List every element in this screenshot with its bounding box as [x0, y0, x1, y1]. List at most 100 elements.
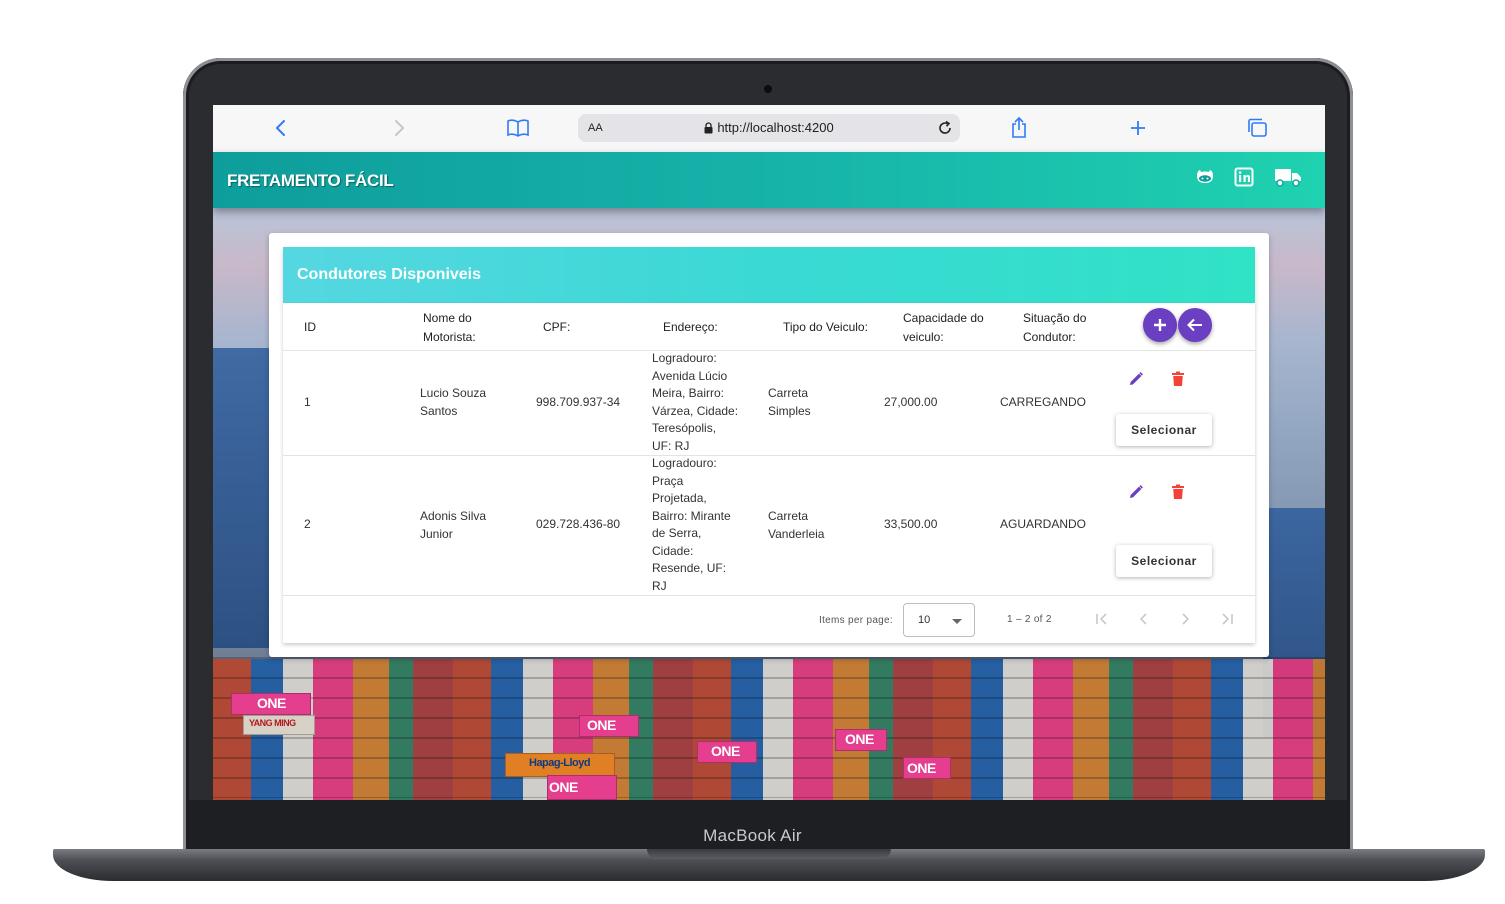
- items-per-page-label: Items per page:: [819, 615, 893, 626]
- chevron-left-icon: [275, 120, 285, 136]
- row1-tipo-line2: Simples: [768, 403, 811, 418]
- bookmarks-button[interactable]: [503, 114, 533, 142]
- page-size-value: 10: [918, 614, 931, 626]
- row1-endereco-line3: Meira, Bairro:: [652, 386, 725, 400]
- row2-endereco-line8: RJ: [652, 578, 667, 593]
- container-logo-8: ONE: [907, 760, 936, 776]
- row2-tipo-line2: Vanderleia: [768, 526, 825, 541]
- row2-endereco-line6: Cidade:: [652, 543, 694, 558]
- row2-id: 2: [304, 517, 311, 531]
- row1-edit-button[interactable]: [1124, 367, 1148, 391]
- row1-nome-line1: Lucio Souza: [420, 386, 487, 400]
- trash-icon: [1172, 484, 1184, 499]
- row2-nome: Adonis Silva Junior: [420, 508, 486, 543]
- row1-endereco-line4: Várzea, Cidade:: [652, 403, 739, 418]
- page-size-select[interactable]: 10: [903, 603, 975, 637]
- row1-endereco-line6: UF: RJ: [652, 438, 690, 453]
- forward-button[interactable]: [384, 114, 414, 142]
- column-header-nome-line1: Nome do: [423, 311, 472, 325]
- row2-endereco-line2: Praça: [652, 473, 684, 488]
- address-bar[interactable]: AA http://localhost:4200: [578, 114, 960, 142]
- row2-select-button[interactable]: Selecionar: [1116, 545, 1212, 577]
- row1-nome-line2: Santos: [420, 403, 458, 418]
- row2-endereco-line1: Logradouro:: [652, 456, 717, 470]
- laptop-brand-label: MacBook Air: [703, 826, 802, 845]
- laptop-hinge-notch: [647, 849, 891, 859]
- container-logo-2: YANG MING: [249, 718, 296, 728]
- arrow-left-icon: [1187, 318, 1202, 332]
- next-page-button[interactable]: [1174, 608, 1196, 630]
- column-header-capacidade-line2: veiculo:: [903, 330, 944, 344]
- pencil-icon: [1130, 372, 1143, 385]
- plus-icon: [1131, 121, 1145, 135]
- row2-edit-button[interactable]: [1124, 480, 1148, 504]
- row2-endereco-line7: Resende, UF:: [652, 561, 727, 575]
- container-logo-1: ONE: [257, 695, 286, 711]
- row1-endereco-line1: Logradouro:: [652, 351, 717, 365]
- first-page-button[interactable]: [1091, 608, 1113, 630]
- row2-tipo: Carreta Vanderleia: [768, 508, 824, 543]
- share-icon: [1012, 117, 1026, 138]
- drivers-card: Condutores Disponiveis ID Nome do Motori…: [269, 233, 1269, 657]
- drivers-table: ID Nome do Motorista: CPF: Endereço: Tip…: [283, 303, 1255, 643]
- camera: [764, 85, 772, 93]
- new-tab-button[interactable]: [1123, 114, 1153, 142]
- row2-endereco-line4: Bairro: Mirante: [652, 508, 731, 523]
- container-logo-3: Hapag-Lloyd: [529, 757, 591, 769]
- tabs-icon: [1248, 118, 1267, 137]
- row2-situacao: AGUARDANDO: [1000, 517, 1087, 531]
- add-driver-button[interactable]: [1143, 308, 1177, 342]
- screen: AA http://localhost:4200 FRETAMENTO FÁCI…: [213, 105, 1325, 800]
- first-page-icon: [1096, 613, 1107, 625]
- row2-nome-line2: Junior: [420, 526, 453, 541]
- column-header-id: ID: [304, 320, 316, 334]
- row1-select-button[interactable]: Selecionar: [1116, 414, 1212, 446]
- row2-tipo-line1: Carreta: [768, 509, 809, 523]
- row2-endereco-line5: de Serra,: [652, 526, 702, 540]
- column-header-capacidade: Capacidade do veiculo:: [903, 309, 984, 347]
- browser-toolbar: AA http://localhost:4200: [213, 105, 1325, 153]
- row1-tipo-line1: Carreta: [768, 386, 809, 400]
- container-logo-4: ONE: [549, 779, 578, 795]
- plus-icon: [1154, 319, 1166, 331]
- tabs-button[interactable]: [1242, 114, 1272, 142]
- row1-delete-button[interactable]: [1166, 367, 1190, 391]
- row2-nome-line1: Adonis Silva: [420, 509, 487, 523]
- caret-down-icon: [952, 619, 962, 624]
- previous-page-button[interactable]: [1133, 608, 1155, 630]
- container-logo-7: ONE: [845, 731, 874, 747]
- row1-cpf: 998.709.937-34: [536, 395, 621, 409]
- lock-icon: [704, 122, 713, 134]
- column-header-situacao-line1: Situação do: [1023, 311, 1087, 325]
- row1-situacao: CARREGANDO: [1000, 395, 1087, 409]
- linkedin-icon: [1234, 167, 1254, 187]
- app-header: FRETAMENTO FÁCIL: [213, 152, 1325, 208]
- row1-capacidade: 27,000.00: [884, 395, 938, 409]
- github-icon: [1197, 170, 1213, 183]
- row2-endereco-line3: Projetada,: [652, 491, 707, 505]
- column-header-cpf: CPF:: [543, 320, 571, 334]
- row1-endereco: Logradouro: Avenida Lúcio Meira, Bairro:…: [652, 350, 738, 455]
- row1-endereco-line5: Teresópolis,: [652, 421, 717, 435]
- column-header-nome: Nome do Motorista:: [423, 309, 476, 347]
- column-header-nome-line2: Motorista:: [423, 330, 476, 344]
- row2-capacidade: 33,500.00: [884, 517, 938, 531]
- chevron-right-icon: [1182, 613, 1190, 625]
- github-link[interactable]: [1192, 164, 1218, 190]
- row1-tipo: Carreta Simples: [768, 385, 811, 420]
- back-arrow-button[interactable]: [1178, 308, 1212, 342]
- card-header: Condutores Disponiveis: [283, 247, 1255, 303]
- reload-icon[interactable]: [936, 119, 954, 137]
- last-page-button[interactable]: [1216, 608, 1238, 630]
- column-header-endereco: Endereço:: [663, 320, 718, 334]
- row1-endereco-line2: Avenida Lúcio: [652, 368, 728, 383]
- back-button[interactable]: [266, 114, 296, 142]
- last-page-icon: [1222, 613, 1233, 625]
- share-button[interactable]: [1004, 114, 1034, 142]
- column-header-tipo: Tipo do Veiculo:: [783, 320, 868, 334]
- app-title: FRETAMENTO FÁCIL: [227, 171, 394, 190]
- truck-link[interactable]: [1273, 164, 1303, 190]
- row2-delete-button[interactable]: [1166, 480, 1190, 504]
- linkedin-link[interactable]: [1231, 164, 1257, 190]
- crane-left: [213, 348, 271, 648]
